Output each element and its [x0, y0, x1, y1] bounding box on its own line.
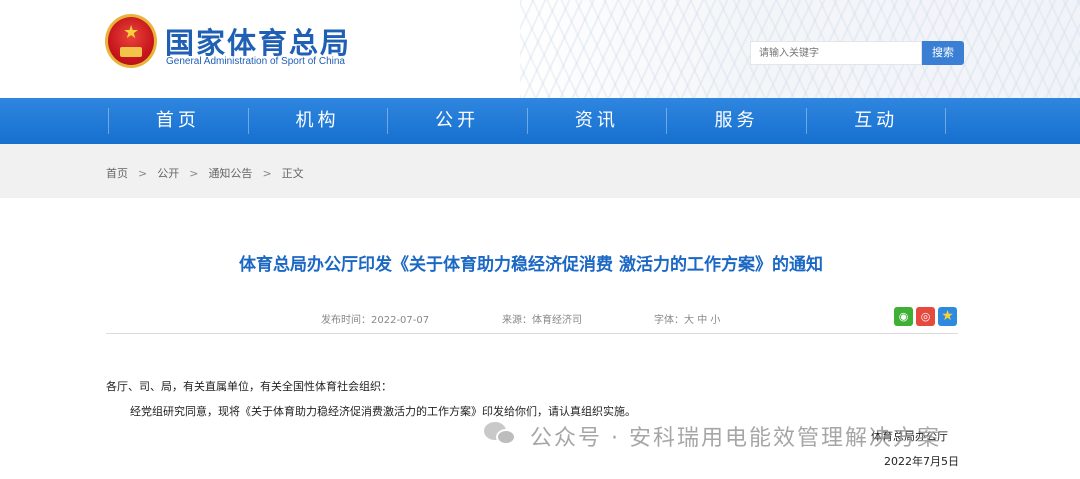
breadcrumb: 首页 > 公开 > 通知公告 > 正文: [106, 165, 304, 181]
wechat-logo-icon: [484, 420, 518, 448]
national-emblem-icon[interactable]: ★: [105, 14, 157, 68]
breadcrumb-separator: >: [189, 167, 199, 180]
article-source: 来源：体育经济司: [502, 311, 582, 326]
nav-item-news[interactable]: 资讯: [527, 98, 667, 144]
watermark: 公众号 · 安科瑞用电能效管理解决方案: [484, 418, 1049, 454]
qzone-icon: ★: [941, 308, 954, 324]
font-size-small[interactable]: 小: [710, 315, 720, 326]
share-qzone-button[interactable]: ★: [938, 307, 957, 326]
meta-divider: [106, 333, 958, 334]
source-label: 来源：: [502, 315, 532, 326]
nav-divider: [806, 108, 807, 134]
share-weibo-button[interactable]: ◎: [916, 307, 935, 326]
nav-divider: [108, 108, 109, 134]
nav-divider: [666, 108, 667, 134]
main-nav: 首页 机构 公开 资讯 服务 互动: [0, 98, 1080, 144]
nav-item-organization[interactable]: 机构: [248, 98, 388, 144]
nav-divider: [387, 108, 388, 134]
nav-divider: [248, 108, 249, 134]
nav-item-home[interactable]: 首页: [108, 98, 248, 144]
breadcrumb-item-home[interactable]: 首页: [106, 165, 128, 181]
breadcrumb-item-current: 正文: [281, 167, 304, 180]
breadcrumb-item-public[interactable]: 公开: [157, 165, 179, 181]
article-sign-date: 2022年7月5日: [884, 455, 959, 468]
gate-icon: [120, 47, 142, 57]
font-size-switcher: 字体：大 中 小: [654, 311, 720, 326]
site-header: ★ 国家体育总局 General Administration of Sport…: [0, 0, 1080, 98]
watermark-text: 公众号 · 安科瑞用电能效管理解决方案: [530, 426, 941, 451]
star-icon: ★: [123, 22, 140, 43]
font-size-large[interactable]: 大: [684, 315, 694, 326]
nav-divider: [945, 108, 946, 134]
weibo-icon: ◎: [920, 310, 931, 323]
article-title: 体育总局办公厅印发《关于体育助力稳经济促消费 激活力的工作方案》的通知: [239, 255, 823, 275]
article-salutation: 各厅、司、局，有关直属单位，有关全国性体育社会组织：: [106, 380, 392, 393]
wechat-icon: ◉: [898, 310, 909, 323]
font-size-medium[interactable]: 中: [697, 315, 707, 326]
source-value: 体育经济司: [532, 315, 582, 326]
search-button[interactable]: 搜索: [922, 41, 964, 65]
article-body: 经党组研究同意，现将《关于体育助力稳经济促消费激活力的工作方案》印发给你们，请认…: [130, 405, 636, 418]
publish-time-label: 发布时间：: [321, 315, 371, 326]
nav-divider: [527, 108, 528, 134]
site-logo-subtitle[interactable]: General Administration of Sport of China: [166, 56, 345, 67]
publish-time-value: 2022-07-07: [371, 315, 430, 326]
publish-time: 发布时间：2022-07-07: [321, 311, 429, 326]
nav-item-interaction[interactable]: 互动: [806, 98, 946, 144]
nav-item-public[interactable]: 公开: [387, 98, 527, 144]
breadcrumb-item-notices[interactable]: 通知公告: [208, 165, 252, 181]
breadcrumb-separator: >: [262, 167, 272, 180]
search-input[interactable]: [750, 41, 922, 65]
nav-item-services[interactable]: 服务: [667, 98, 807, 144]
share-wechat-button[interactable]: ◉: [894, 307, 913, 326]
font-size-label: 字体：: [654, 315, 684, 326]
breadcrumb-separator: >: [138, 167, 148, 180]
